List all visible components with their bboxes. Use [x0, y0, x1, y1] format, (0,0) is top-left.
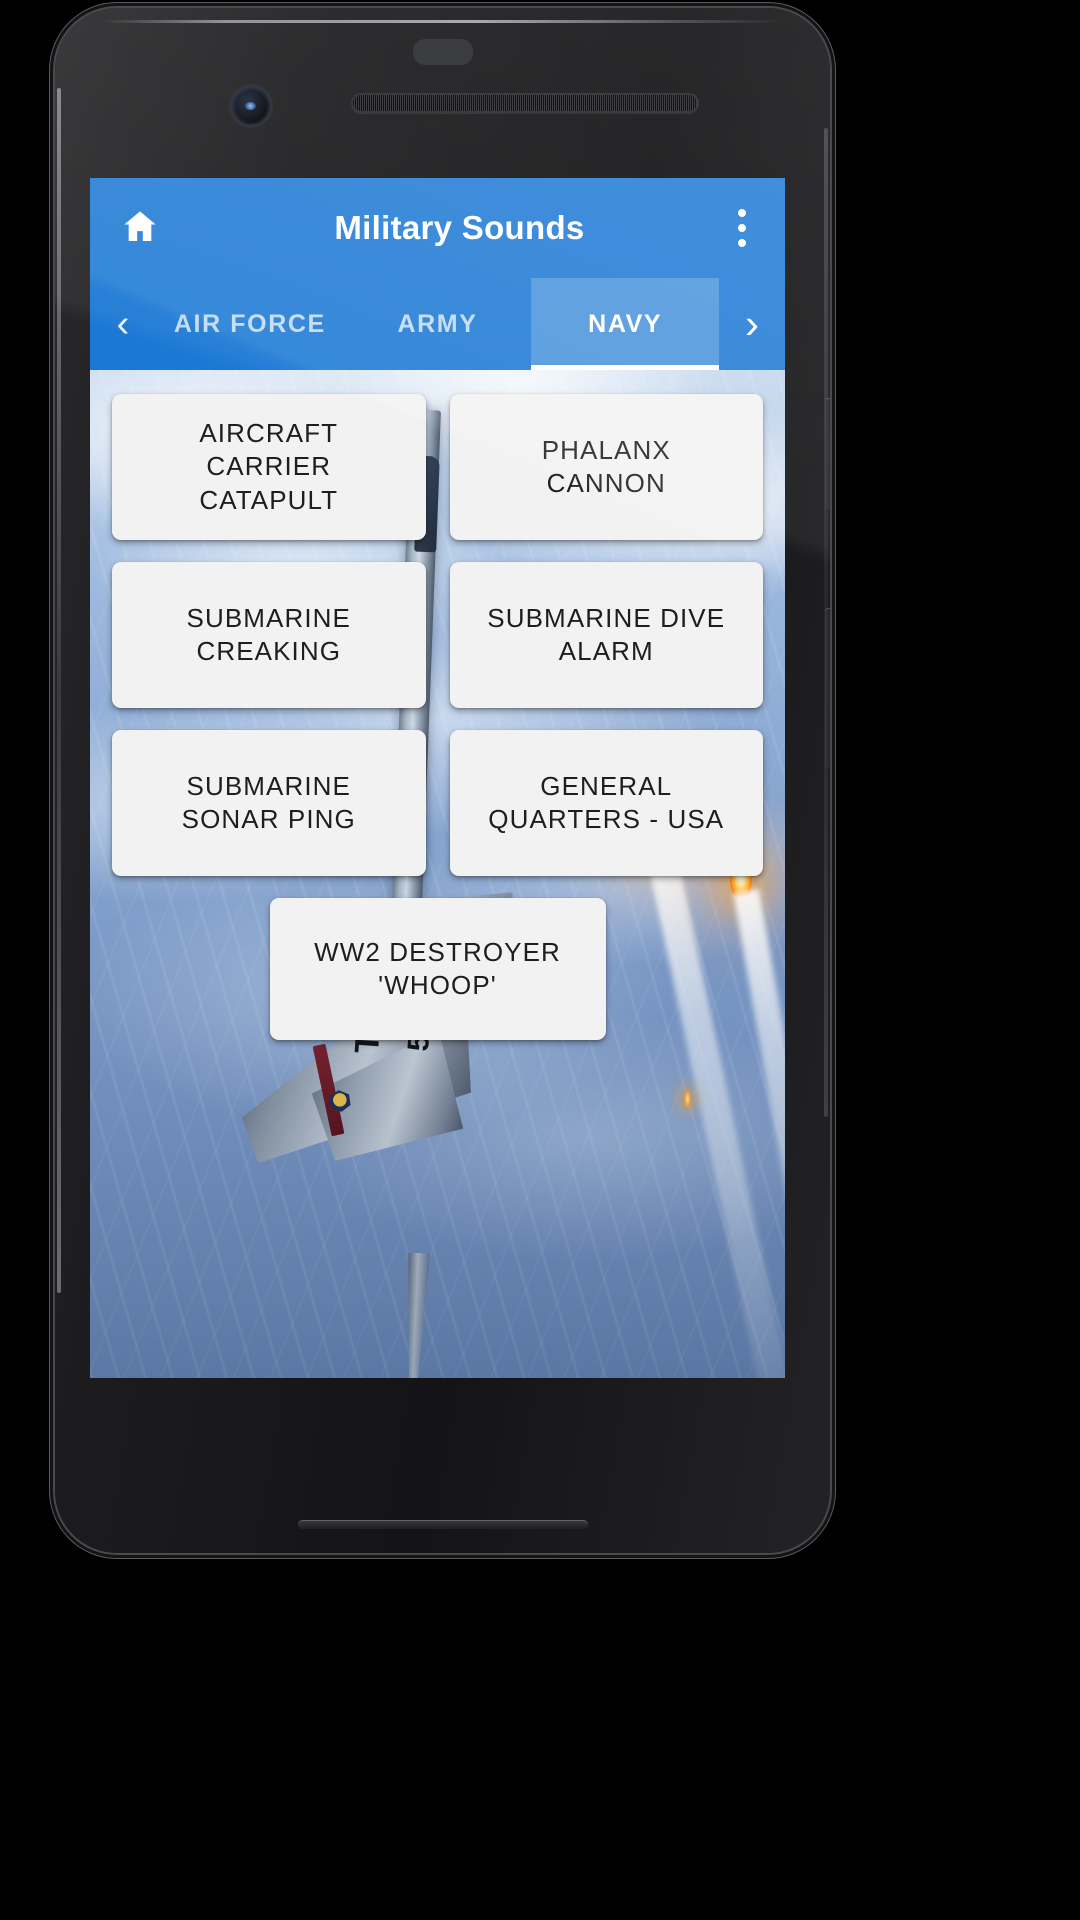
more-vertical-icon-dot [738, 239, 746, 247]
tab-bar: ‹ AIR FORCE ARMY NAVY › [90, 278, 785, 370]
app-bar: Military Sounds [90, 178, 785, 278]
earpiece-speaker [351, 93, 699, 113]
page-title: Military Sounds [334, 209, 585, 246]
sound-button-ww2-destroyer-whoop[interactable]: WW2 DESTROYER 'WHOOP' [269, 898, 606, 1040]
tab-army[interactable]: ARMY [344, 278, 532, 370]
home-button[interactable] [90, 178, 190, 278]
sound-button-label: SUBMARINE SONAR PING [181, 770, 356, 834]
sound-button-label: PHALANX CANNON [541, 434, 671, 498]
overflow-menu-button[interactable] [699, 178, 785, 278]
volume-button[interactable] [825, 608, 830, 768]
home-icon [120, 206, 160, 251]
device-top-edge-highlight [101, 20, 784, 23]
power-button[interactable] [825, 398, 830, 510]
sound-button-submarine-dive-alarm[interactable]: SUBMARINE DIVE ALARM [449, 562, 763, 708]
proximity-sensor [412, 39, 473, 65]
device-left-edge-highlight [57, 88, 61, 1294]
more-vertical-icon-dot [738, 224, 746, 232]
sound-button-phalanx-cannon[interactable]: PHALANX CANNON [449, 394, 763, 540]
sound-row: WW2 DESTROYER 'WHOOP' [112, 898, 763, 1040]
sound-row: SUBMARINE CREAKING SUBMARINE DIVE ALARM [112, 562, 763, 708]
sound-row: SUBMARINE SONAR PING GENERAL QUARTERS - … [112, 730, 763, 876]
tab-list: AIR FORCE ARMY NAVY [156, 278, 720, 370]
sound-button-aircraft-carrier-catapult[interactable]: AIRCRAFT CARRIER CATAPULT [112, 394, 426, 540]
home-indicator-bar [297, 1520, 588, 1529]
front-camera [232, 87, 270, 125]
phone-screen: TY 566 Military Sounds [90, 178, 785, 1378]
jet-nose [402, 1253, 431, 1378]
sound-button-label: SUBMARINE CREAKING [186, 602, 351, 666]
phone-device: TY 566 Military Sounds [55, 8, 830, 1553]
sound-button-submarine-sonar-ping[interactable]: SUBMARINE SONAR PING [112, 730, 426, 876]
sound-button-grid: AIRCRAFT CARRIER CATAPULT PHALANX CANNON… [90, 370, 785, 1062]
sound-row: AIRCRAFT CARRIER CATAPULT PHALANX CANNON [112, 394, 763, 540]
more-vertical-icon-dot [738, 209, 746, 217]
sound-button-label: WW2 DESTROYER 'WHOOP' [314, 936, 561, 1000]
sound-button-submarine-creaking[interactable]: SUBMARINE CREAKING [112, 562, 426, 708]
sound-button-label: AIRCRAFT CARRIER CATAPULT [199, 418, 339, 515]
tab-prev-arrow[interactable]: ‹ [90, 278, 156, 370]
sound-button-label: SUBMARINE DIVE ALARM [487, 602, 726, 666]
tab-air-force[interactable]: AIR FORCE [156, 278, 344, 370]
flare-ember [684, 1090, 691, 1108]
sound-button-general-quarters-usa[interactable]: GENERAL QUARTERS - USA [449, 730, 763, 876]
sound-button-label: GENERAL QUARTERS - USA [488, 770, 725, 834]
tab-next-arrow[interactable]: › [719, 278, 785, 370]
tab-navy[interactable]: NAVY [531, 278, 720, 370]
